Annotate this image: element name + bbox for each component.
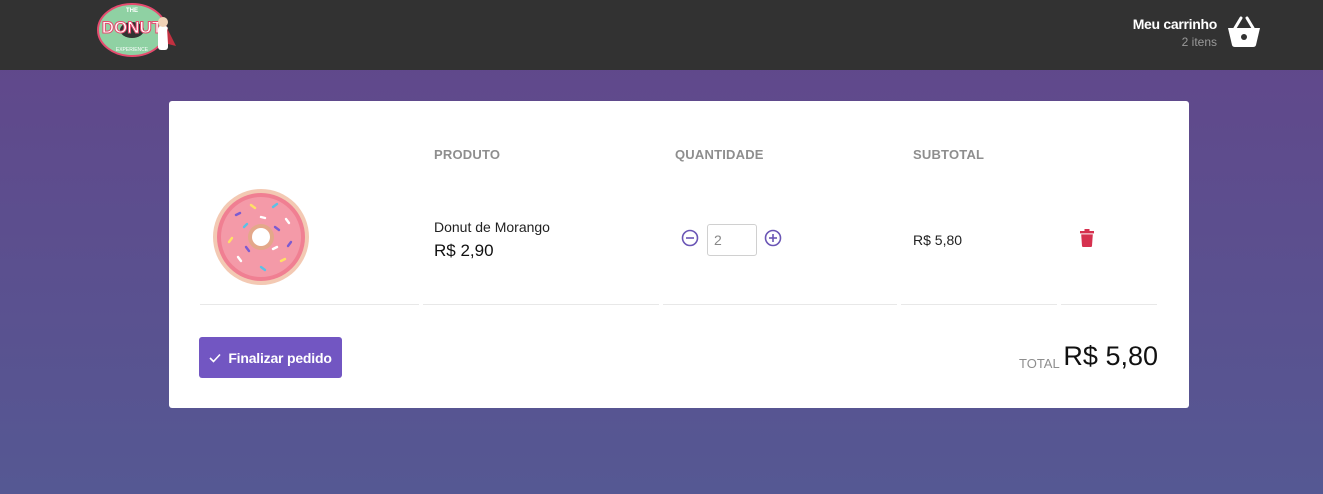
minus-circle-icon[interactable] — [681, 229, 699, 247]
total-value: R$ 5,80 — [1063, 341, 1158, 371]
quantity-input[interactable] — [707, 224, 757, 256]
top-bar: THE DONUT EXPERIENCE Meu carrinho 2 iten… — [0, 0, 1323, 70]
strawberry-donut-image — [213, 189, 309, 285]
cart-item-count: 2 itens — [1181, 35, 1217, 49]
row-divider — [200, 304, 419, 305]
row-divider — [901, 304, 1057, 305]
basket-icon[interactable] — [1226, 16, 1262, 48]
product-name: Donut de Morango — [434, 219, 550, 235]
finish-order-button[interactable]: Finalizar pedido — [199, 337, 342, 378]
check-icon — [209, 353, 221, 363]
row-divider — [1061, 304, 1157, 305]
trash-icon[interactable] — [1080, 229, 1094, 247]
product-price: R$ 2,90 — [434, 241, 494, 260]
cart-card: PRODUTO QUANTIDADE SUBTOTAL Donut de Mor… — [169, 101, 1189, 408]
cart-summary[interactable]: Meu carrinho 2 itens — [1132, 16, 1218, 49]
total-label: TOTAL — [1019, 356, 1060, 371]
row-divider — [663, 304, 897, 305]
row-divider — [423, 304, 659, 305]
item-subtotal: R$ 5,80 — [913, 232, 963, 248]
svg-text:THE: THE — [126, 8, 138, 14]
header-subtotal: SUBTOTAL — [913, 147, 985, 162]
cart-title: Meu carrinho — [1132, 16, 1218, 32]
donut-logo[interactable]: THE DONUT EXPERIENCE — [94, 2, 180, 60]
finish-order-label: Finalizar pedido — [228, 349, 332, 366]
svg-text:EXPERIENCE: EXPERIENCE — [116, 47, 149, 53]
header-product: PRODUTO — [434, 147, 501, 162]
header-quantity: QUANTIDADE — [675, 147, 764, 162]
svg-text:DONUT: DONUT — [102, 18, 163, 37]
plus-circle-icon[interactable] — [764, 229, 782, 247]
